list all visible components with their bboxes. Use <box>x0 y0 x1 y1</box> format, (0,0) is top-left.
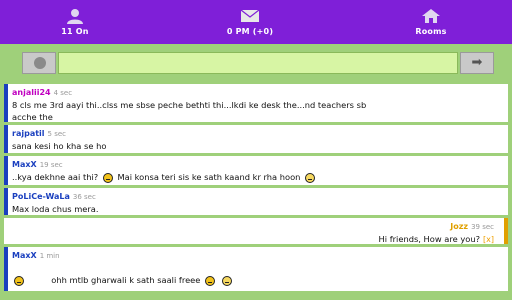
chat-message: PoLiCe-WaLa 36 sec Max loda chus mera. <box>4 188 508 215</box>
online-count-label: 11 On <box>61 27 89 36</box>
chat-message: MaxX 19 sec ..kya dekhne aai thi? Mai kon… <box>4 156 508 185</box>
home-icon <box>422 9 440 23</box>
message-accent-bar <box>4 156 8 185</box>
emoticon-icon <box>14 275 24 286</box>
emoticon-icon <box>221 275 232 286</box>
message-timestamp: 36 sec <box>72 193 96 201</box>
message-accent-bar <box>4 247 8 291</box>
message-timestamp: 4 sec <box>53 89 73 97</box>
delete-message-button[interactable]: [x] <box>483 235 494 244</box>
message-timestamp: 1 min <box>39 252 60 260</box>
message-accent-bar <box>4 84 8 122</box>
chat-message: rajpatil 5 sec sana kesi ho kha se ho <box>4 125 508 153</box>
chat-message-self: Jozz 39 sec Hi friends, How are you? [x] <box>4 218 508 244</box>
message-timestamp: 5 sec <box>47 130 67 138</box>
send-arrow-icon: ➡ <box>471 55 483 70</box>
message-accent-bar <box>4 125 8 153</box>
message-username[interactable]: MaxX <box>12 251 37 260</box>
message-text: 8 cls me 3rd aayi thi..clss me sbse pech… <box>12 100 367 110</box>
user-icon <box>67 9 83 24</box>
message-text: ohh mtlb gharwali k sath saali freee <box>51 275 201 285</box>
message-username[interactable]: rajpatil <box>12 129 45 138</box>
emoticon-icon <box>305 172 316 183</box>
private-messages-tab[interactable]: 0 PM (+0) <box>175 0 325 44</box>
rooms-tab[interactable]: Rooms <box>356 0 506 44</box>
message-text: ..kya dekhne aai thi? <box>12 172 99 182</box>
message-text: Max loda chus mera. <box>12 204 99 214</box>
message-accent-bar <box>504 218 508 244</box>
smiley-icon <box>34 57 46 69</box>
send-button[interactable]: ➡ <box>460 52 494 74</box>
message-username[interactable]: PoLiCe-WaLa <box>12 192 70 201</box>
chat-message: anjalii24 4 sec 8 cls me 3rd aayi thi..cl… <box>4 84 508 122</box>
private-messages-label: 0 PM (+0) <box>226 27 274 36</box>
message-text: sana kesi ho kha se ho <box>12 141 107 151</box>
chat-message-input[interactable] <box>58 52 458 74</box>
smiley-icon <box>205 275 216 286</box>
emoji-button[interactable] <box>22 52 56 74</box>
message-accent-bar <box>4 188 8 215</box>
rooms-label: Rooms <box>415 27 447 36</box>
message-username[interactable]: anjalii24 <box>12 88 51 97</box>
chat-message: MaxX 1 min ohh mtlb gharwali k sath saali… <box>4 247 508 291</box>
message-text: Hi friends, How are you? <box>378 234 481 244</box>
smiley-icon <box>102 172 113 183</box>
message-text-continued: acche the <box>12 112 53 122</box>
online-users-tab[interactable]: 11 On <box>0 0 150 44</box>
message-username[interactable]: MaxX <box>12 160 37 169</box>
message-username[interactable]: Jozz <box>450 222 468 231</box>
message-timestamp: 39 sec <box>471 223 494 231</box>
envelope-icon <box>240 9 260 22</box>
top-navigation-bar: 11 On 0 PM (+0) Rooms <box>0 0 512 44</box>
message-timestamp: 19 sec <box>39 161 63 169</box>
message-text-continued: Mai konsa teri sis ke sath kaand kr rha … <box>117 172 301 182</box>
